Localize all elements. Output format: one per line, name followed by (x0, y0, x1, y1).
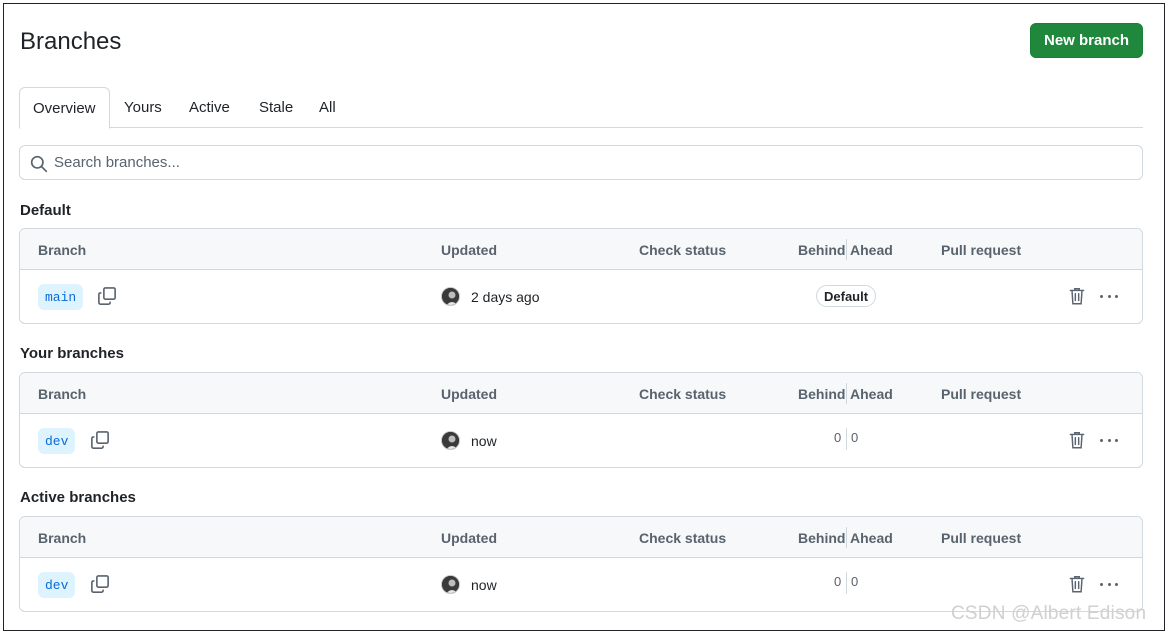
branch-name-link[interactable]: dev (38, 428, 76, 454)
ahead-behind-divider (846, 428, 847, 450)
avatar[interactable] (441, 575, 460, 594)
page-frame: Branches New branch Overview Yours Activ… (3, 3, 1165, 631)
section-title-active-branches: Active branches (20, 489, 136, 506)
branch-name-link[interactable]: main (38, 284, 84, 310)
tab-active[interactable]: Active (189, 87, 230, 128)
trash-icon[interactable] (1068, 574, 1086, 594)
tab-all[interactable]: All (319, 87, 336, 128)
table-row: main 2 days ago Default (20, 270, 1142, 323)
table-header: Branch Updated Check status Behind Ahead… (20, 517, 1142, 558)
watermark: CSDN @Albert Edison (951, 603, 1147, 624)
copy-icon[interactable] (90, 430, 110, 450)
more-options-icon[interactable] (1097, 286, 1121, 306)
search-box (19, 145, 1143, 180)
search-icon (30, 155, 48, 173)
tab-overview[interactable]: Overview (19, 87, 110, 129)
column-behind: Behind (798, 242, 846, 258)
column-pull-request: Pull request (941, 386, 1022, 402)
trash-icon[interactable] (1068, 430, 1086, 450)
column-behind: Behind (798, 386, 846, 402)
column-divider (846, 527, 847, 548)
tab-yours[interactable]: Yours (124, 87, 162, 128)
updated-time: now (471, 577, 497, 593)
column-check-status: Check status (639, 242, 727, 258)
table-row: dev now 0 0 (20, 414, 1142, 467)
column-ahead: Ahead (850, 242, 893, 258)
active-branches-table: Branch Updated Check status Behind Ahead… (19, 516, 1143, 612)
avatar[interactable] (441, 287, 460, 306)
column-check-status: Check status (639, 386, 727, 402)
search-input[interactable] (54, 146, 1134, 179)
column-divider (846, 239, 847, 260)
section-title-your-branches: Your branches (20, 345, 124, 362)
column-updated: Updated (441, 530, 497, 546)
column-behind: Behind (798, 530, 846, 546)
column-pull-request: Pull request (941, 530, 1022, 546)
ahead-count: 0 (851, 574, 859, 589)
branch-tabs: Overview Yours Active Stale All (19, 87, 1143, 129)
table-header: Branch Updated Check status Behind Ahead… (20, 229, 1142, 270)
behind-count: 0 (834, 430, 842, 445)
column-pull-request: Pull request (941, 242, 1022, 258)
table-header: Branch Updated Check status Behind Ahead… (20, 373, 1142, 414)
more-options-icon[interactable] (1097, 574, 1121, 594)
behind-count: 0 (834, 574, 842, 589)
section-title-default: Default (20, 202, 71, 219)
column-updated: Updated (441, 386, 497, 402)
tab-stale[interactable]: Stale (259, 87, 293, 128)
column-branch: Branch (38, 242, 87, 258)
column-branch: Branch (38, 386, 87, 402)
new-branch-button[interactable]: New branch (1030, 23, 1143, 58)
column-divider (846, 383, 847, 404)
default-badge: Default (816, 285, 877, 307)
column-branch: Branch (38, 530, 87, 546)
default-branches-table: Branch Updated Check status Behind Ahead… (19, 228, 1143, 324)
copy-icon[interactable] (90, 574, 110, 594)
copy-icon[interactable] (97, 286, 117, 306)
your-branches-table: Branch Updated Check status Behind Ahead… (19, 372, 1143, 468)
column-updated: Updated (441, 242, 497, 258)
trash-icon[interactable] (1068, 286, 1086, 306)
more-options-icon[interactable] (1097, 430, 1121, 450)
avatar[interactable] (441, 431, 460, 450)
page-title: Branches (20, 28, 122, 55)
column-ahead: Ahead (850, 386, 893, 402)
updated-time: now (471, 433, 497, 449)
ahead-behind-divider (846, 572, 847, 594)
branch-name-link[interactable]: dev (38, 572, 76, 598)
column-check-status: Check status (639, 530, 727, 546)
updated-time: 2 days ago (471, 289, 540, 305)
ahead-count: 0 (851, 430, 859, 445)
column-ahead: Ahead (850, 530, 893, 546)
